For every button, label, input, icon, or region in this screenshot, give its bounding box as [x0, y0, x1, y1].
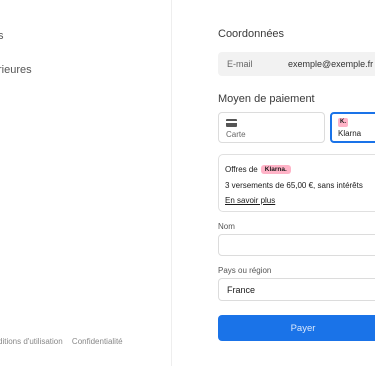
installments-text: 3 versements de 65,00 €, sans intérêts — [225, 181, 363, 190]
email-field[interactable]: E-mail exemple@exemple.fr — [218, 52, 375, 76]
offers-label: Offres de — [225, 165, 258, 174]
tab-card-label: Carte — [226, 130, 246, 139]
klarna-offer-box: Offres de Klarna. 3 versements de 65,00 €… — [218, 154, 375, 212]
terms-link[interactable]: ditions d'utilisation — [0, 337, 63, 346]
pay-button[interactable]: Payer — [218, 315, 375, 341]
left-item-1: s — [0, 30, 4, 42]
credit-card-icon — [226, 119, 237, 127]
checkout-pane: Coordonnées E-mail exemple@exemple.fr Mo… — [172, 0, 375, 366]
name-input[interactable] — [218, 234, 375, 256]
payment-method-title: Moyen de paiement — [218, 93, 315, 105]
klarna-brand-badge: Klarna. — [260, 165, 291, 174]
privacy-link[interactable]: Confidentialité — [72, 337, 123, 346]
klarna-logo-icon: K. — [338, 118, 348, 127]
footer-links: ditions d'utilisation Confidentialité — [0, 337, 130, 346]
klarna-offers-line: Offres de Klarna. — [225, 165, 291, 174]
tab-klarna-label: Klarna — [338, 129, 362, 138]
email-label: E-mail — [227, 59, 253, 69]
country-select[interactable]: France — [218, 278, 375, 301]
name-label: Nom — [218, 222, 235, 231]
left-item-2: rieures — [0, 64, 32, 76]
email-value: exemple@exemple.fr — [288, 59, 374, 69]
left-pane: s rieures ditions d'utilisation Confiden… — [0, 0, 172, 366]
tab-card[interactable]: Carte — [218, 112, 325, 143]
country-label: Pays ou région — [218, 266, 272, 275]
contact-title: Coordonnées — [218, 28, 285, 40]
country-value: France — [227, 285, 256, 295]
learn-more-link[interactable]: En savoir plus — [225, 196, 275, 205]
tab-klarna[interactable]: K. Klarna — [330, 112, 375, 143]
